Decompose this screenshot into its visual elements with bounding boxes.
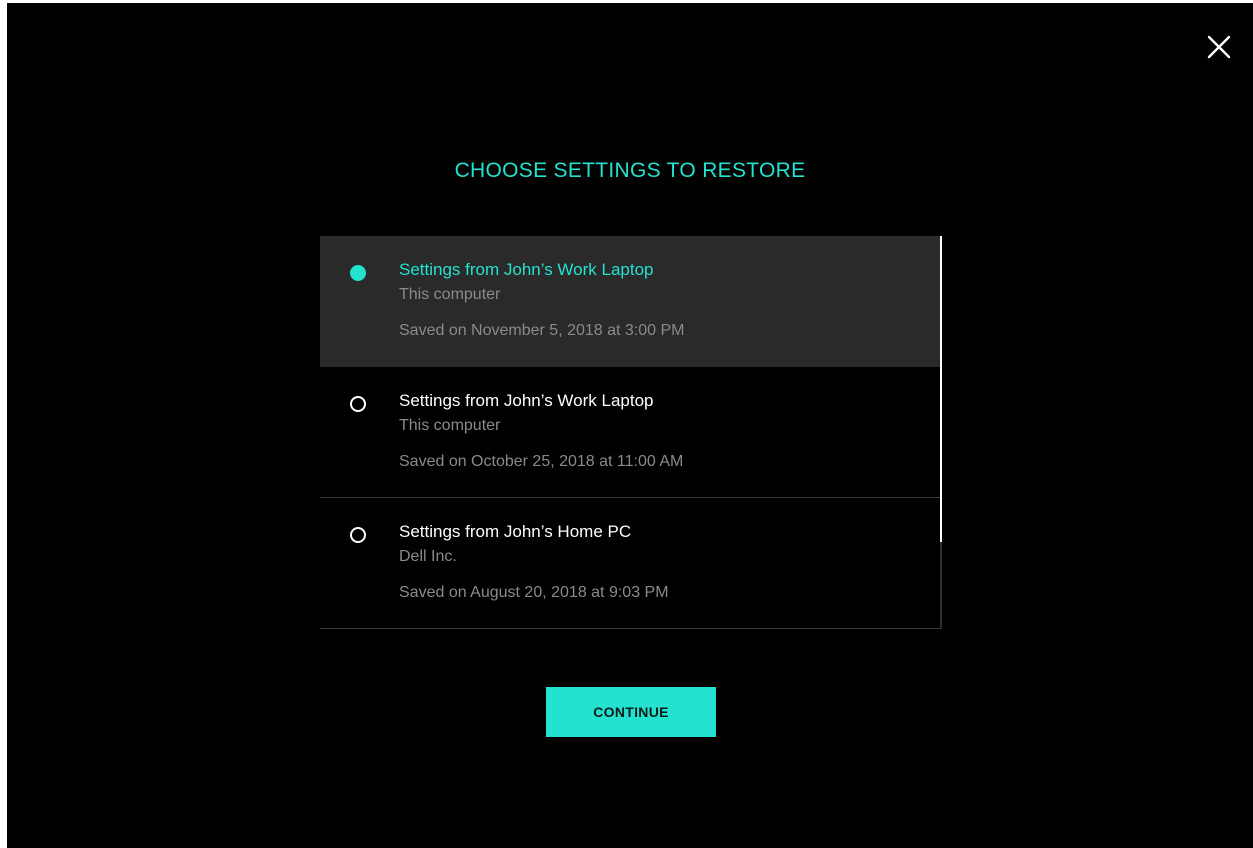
radio-unselected-icon[interactable] [350, 527, 366, 543]
settings-option-saved-date: Saved on October 25, 2018 at 11:00 AM [399, 453, 684, 470]
settings-option[interactable]: Settings from John’s Work Laptop This co… [320, 367, 940, 498]
settings-option-device: This computer [399, 417, 501, 434]
list-divider [320, 628, 942, 629]
settings-option-name: Settings from John’s Home PC [399, 522, 632, 541]
settings-option-name: Settings from John’s Work Laptop [399, 260, 654, 279]
continue-button[interactable]: CONTINUE [546, 687, 716, 737]
settings-option-device: Dell Inc. [399, 548, 457, 565]
close-button[interactable] [1205, 33, 1233, 61]
settings-option-saved-date: Saved on August 20, 2018 at 9:03 PM [399, 584, 669, 601]
settings-option[interactable]: Settings from John’s Work Laptop This co… [320, 236, 940, 367]
radio-selected-icon[interactable] [350, 265, 366, 281]
list-scrollbar[interactable] [940, 236, 942, 629]
settings-option-device: This computer [399, 286, 501, 303]
restore-dialog: CHOOSE SETTINGS TO RESTORE Settings from… [7, 3, 1253, 848]
settings-option-saved-date: Saved on November 5, 2018 at 3:00 PM [399, 322, 685, 339]
dialog-title: CHOOSE SETTINGS TO RESTORE [454, 159, 806, 182]
close-icon [1207, 35, 1231, 59]
settings-option[interactable]: Settings from John’s Home PC Dell Inc. S… [320, 498, 940, 629]
settings-list: Settings from John’s Work Laptop This co… [320, 236, 940, 629]
radio-unselected-icon[interactable] [350, 396, 366, 412]
scrollbar-thumb[interactable] [940, 236, 942, 542]
settings-option-name: Settings from John’s Work Laptop [399, 391, 654, 410]
